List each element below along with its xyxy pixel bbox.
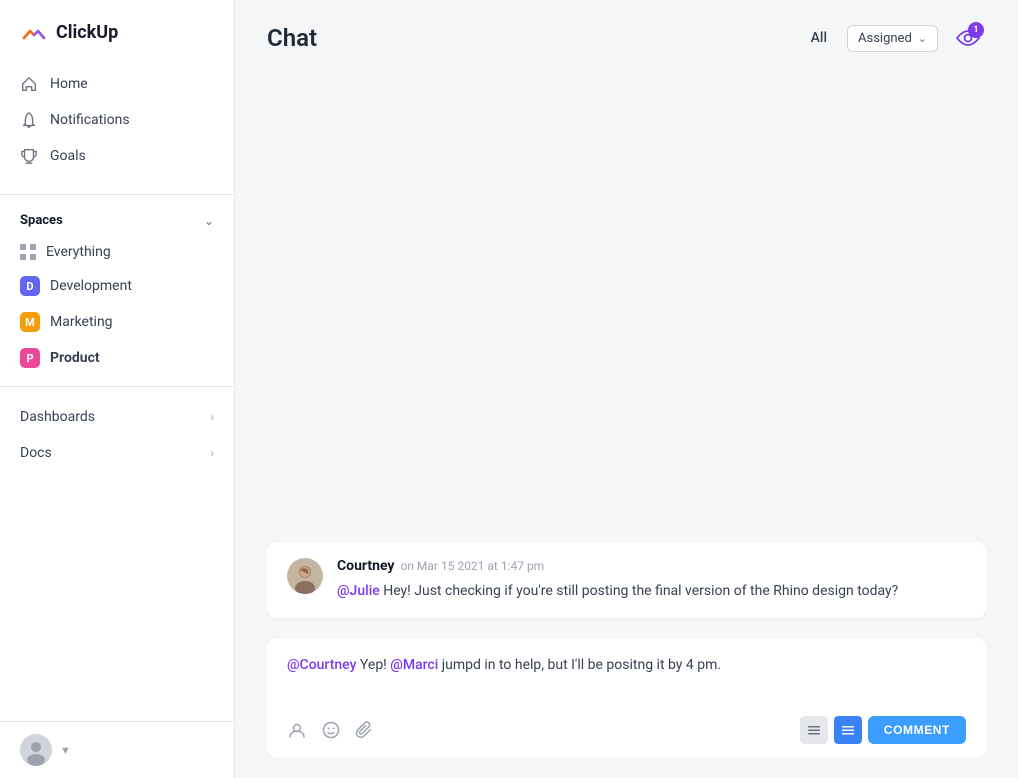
- header-actions: All Assigned ⌄ 1: [803, 20, 986, 56]
- tab-all[interactable]: All: [803, 26, 835, 50]
- eye-badge-button[interactable]: 1: [950, 20, 986, 56]
- format-btn-2[interactable]: [834, 716, 862, 744]
- chat-content: Courtney on Mar 15 2021 at 1:47 pm @Juli…: [235, 72, 1018, 778]
- spaces-list: Everything D Development M Marketing P P…: [0, 234, 234, 378]
- main-nav: Home Notifications Goals: [0, 62, 234, 186]
- sidebar-item-marketing[interactable]: M Marketing: [0, 304, 234, 340]
- message-text-courtney: @Julie Hey! Just checking if you're stil…: [337, 580, 966, 602]
- everything-dots-icon: [20, 244, 36, 260]
- list-icon: [808, 725, 820, 735]
- message-card-courtney: Courtney on Mar 15 2021 at 1:47 pm @Juli…: [267, 542, 986, 618]
- other-sections: Dashboards › Docs ›: [0, 395, 234, 475]
- sidebar-item-everything[interactable]: Everything: [0, 236, 234, 268]
- sidebar-item-docs[interactable]: Docs ›: [0, 435, 234, 471]
- logo-text: ClickUp: [56, 22, 118, 43]
- message-meta-courtney: Courtney on Mar 15 2021 at 1:47 pm: [337, 558, 966, 574]
- emoji-icon: [322, 721, 340, 739]
- sidebar-item-development[interactable]: D Development: [0, 268, 234, 304]
- assigned-dropdown[interactable]: Assigned ⌄: [847, 25, 938, 52]
- mention-julie: @Julie: [337, 583, 380, 599]
- user-icon-btn[interactable]: [287, 720, 307, 740]
- sidebar-item-notifications[interactable]: Notifications: [0, 102, 234, 138]
- message-body-courtney: Courtney on Mar 15 2021 at 1:47 pm @Juli…: [337, 558, 966, 602]
- page-title: Chat: [267, 24, 803, 52]
- user-icon: [288, 721, 306, 739]
- chevron-right-icon: ›: [210, 410, 214, 424]
- product-badge-icon: P: [20, 348, 40, 368]
- sidebar-item-home[interactable]: Home: [0, 66, 234, 102]
- trophy-icon: [20, 147, 38, 165]
- home-icon: [20, 75, 38, 93]
- dropdown-chevron-icon: ⌄: [918, 32, 927, 45]
- courtney-avatar: [287, 558, 323, 594]
- clickup-logo-icon: [20, 18, 48, 46]
- spaces-header[interactable]: Spaces ⌄: [0, 203, 234, 234]
- development-badge-icon: D: [20, 276, 40, 296]
- comment-button[interactable]: COMMENT: [868, 716, 966, 744]
- emoji-icon-btn[interactable]: [321, 720, 341, 740]
- reply-icons: [287, 720, 375, 740]
- mention-courtney: @Courtney: [287, 657, 356, 673]
- message-time: on Mar 15 2021 at 1:47 pm: [400, 559, 544, 573]
- mention-marci: @Marci: [390, 657, 438, 673]
- sidebar-item-goals[interactable]: Goals: [0, 138, 234, 174]
- page-header: Chat All Assigned ⌄ 1: [235, 0, 1018, 72]
- sidebar-item-dashboards[interactable]: Dashboards ›: [0, 399, 234, 435]
- sidebar-item-product[interactable]: P Product: [0, 340, 234, 376]
- chevron-down-icon: ⌄: [204, 214, 214, 228]
- logo-area[interactable]: ClickUp: [0, 0, 234, 62]
- marketing-badge-icon: M: [20, 312, 40, 332]
- divider-2: [0, 386, 234, 387]
- main-content: Chat All Assigned ⌄ 1: [235, 0, 1018, 778]
- format-btn-1[interactable]: [800, 716, 828, 744]
- paperclip-icon: [356, 721, 374, 739]
- user-chevron-icon: ▼: [60, 744, 71, 757]
- spaces-title: Spaces: [20, 213, 63, 228]
- user-avatar: [20, 734, 52, 766]
- bell-icon: [20, 111, 38, 129]
- message-thread: Courtney on Mar 15 2021 at 1:47 pm @Juli…: [267, 72, 986, 758]
- list-icon-white: [842, 725, 854, 735]
- chevron-right-icon-2: ›: [210, 446, 214, 460]
- sidebar-footer[interactable]: ▼: [0, 721, 234, 778]
- reply-right-actions: COMMENT: [800, 716, 966, 744]
- divider-1: [0, 194, 234, 195]
- reply-box[interactable]: @Courtney Yep! @Marci jumpd in to help, …: [267, 638, 986, 758]
- eye-badge-count: 1: [968, 22, 984, 38]
- message-author: Courtney: [337, 558, 394, 574]
- reply-text: @Courtney Yep! @Marci jumpd in to help, …: [287, 654, 966, 702]
- reply-toolbar: COMMENT: [287, 716, 966, 744]
- sidebar: ClickUp Home Notifications Goals: [0, 0, 235, 778]
- attach-icon-btn[interactable]: [355, 720, 375, 740]
